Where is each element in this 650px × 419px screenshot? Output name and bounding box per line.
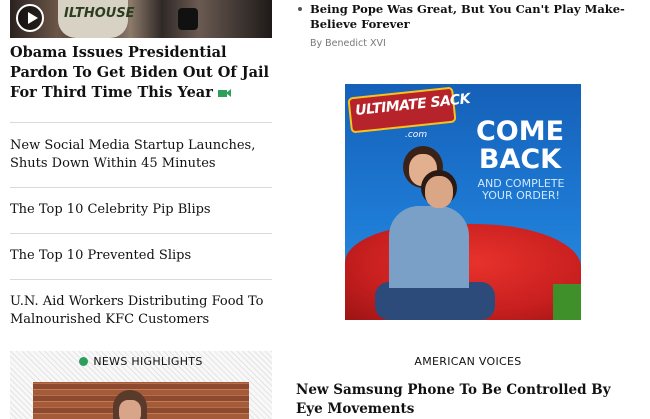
headline-link[interactable]: New Social Media Startup Launches, Shuts… — [10, 137, 272, 172]
news-highlights-label: NEWS HIGHLIGHTS — [93, 355, 203, 368]
advertisement-banner[interactable]: ULTIMATE SACK .com COME BACK AND COMPLET… — [345, 84, 581, 320]
section-headline[interactable]: New Samsung Phone To Be Controlled By Ey… — [296, 381, 636, 419]
left-column: ILTHOUSE Obama Issues Presidential Pardo… — [10, 0, 272, 419]
divider — [10, 122, 272, 123]
play-icon[interactable] — [16, 4, 44, 32]
news-highlights-photo[interactable] — [33, 382, 249, 419]
headline-link[interactable]: The Top 10 Prevented Slips — [10, 247, 272, 265]
lead-headline[interactable]: Obama Issues Presidential Pardon To Get … — [10, 43, 272, 103]
ad-headline: COME BACK — [475, 116, 565, 175]
news-highlights-title: NEWS HIGHLIGHTS — [10, 355, 272, 368]
headline-link[interactable]: The Top 10 Celebrity Pip Blips — [10, 201, 272, 219]
ad-logo-suffix: .com — [405, 130, 428, 140]
video-icon — [217, 88, 231, 97]
globe-icon — [79, 357, 89, 366]
right-column: Being Pope Was Great, But You Can't Play… — [296, 0, 640, 419]
headline-link[interactable]: U.N. Aid Workers Distributing Food To Ma… — [10, 293, 272, 328]
news-highlights-box: NEWS HIGHLIGHTS — [10, 351, 272, 419]
top-story-byline: By Benedict XVI — [310, 38, 386, 49]
section-label: AMERICAN VOICES — [414, 355, 522, 368]
man-face — [425, 176, 453, 208]
grass-graphic — [553, 284, 581, 320]
divider — [10, 233, 272, 234]
shirt-graphic — [389, 206, 469, 288]
top-video-thumbnail[interactable]: ILTHOUSE — [10, 0, 272, 38]
divider — [10, 187, 272, 188]
shirt-text: ILTHOUSE — [64, 6, 135, 21]
ad-subtext: AND COMPLETE YOUR ORDER! — [477, 177, 565, 202]
microphone-graphic — [178, 8, 198, 30]
person-face — [119, 400, 141, 419]
shirt-graphic: ILTHOUSE — [58, 0, 135, 38]
bullet-icon — [298, 7, 302, 11]
top-story-headline[interactable]: Being Pope Was Great, But You Can't Play… — [310, 2, 636, 32]
divider — [10, 279, 272, 280]
